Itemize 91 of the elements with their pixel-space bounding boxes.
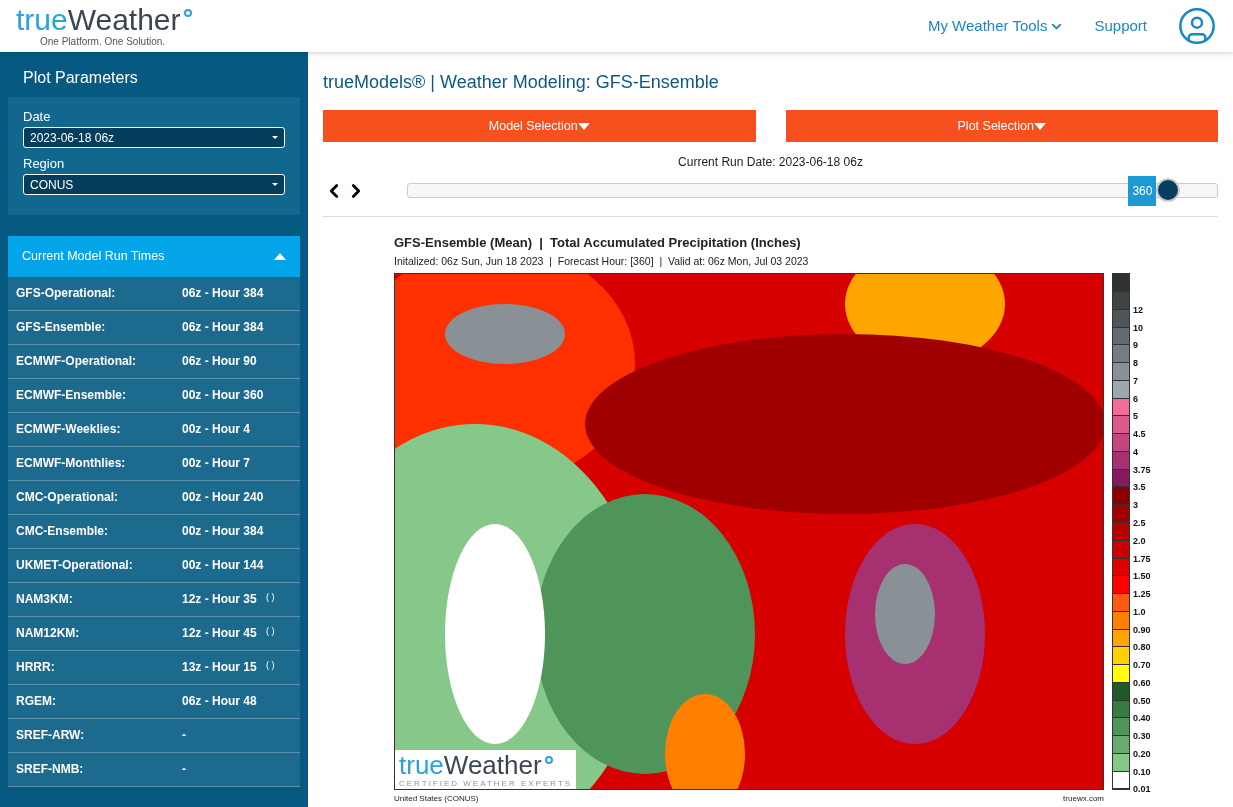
run-time: 00z - Hour 144 [182, 557, 265, 574]
legend-label: 0.30 [1133, 731, 1151, 742]
dropdown-caret-icon [272, 183, 278, 186]
plot-subtitle: Initalized: 06z Sun, Jun 18 2023 | Forecast Hour: [360] | Valid at: 06z Mon, Jul 03 2023 [394, 253, 810, 269]
legend-label: 0.90 [1133, 624, 1151, 635]
run-time: 00z - Hour 4 [182, 421, 251, 438]
logo-text: Weather [67, 5, 181, 35]
user-avatar-icon[interactable] [1177, 6, 1217, 46]
logo-text: true [16, 5, 68, 35]
model-name: ECMWF-Monthlies: [16, 455, 127, 472]
legend-label: 12 [1133, 304, 1143, 315]
run-time: 06z - Hour 48 [182, 693, 258, 710]
legend-label: 0.20 [1133, 748, 1151, 759]
run-time: 00z - Hour 384 [182, 523, 265, 540]
model-name: CMC-Operational: [16, 489, 119, 506]
run-time: 06z - Hour 90 [182, 353, 258, 370]
logo-text: true [399, 752, 444, 779]
model-name: ECMWF-Operational: [16, 353, 137, 370]
selection-button[interactable]: Plot Selection [785, 110, 1218, 142]
legend-label: 1.0 [1133, 606, 1146, 617]
legend-label: 0.10 [1133, 766, 1151, 777]
sidebar-title: Plot Parameters [22, 68, 139, 88]
select-field[interactable]: CONUS [23, 174, 285, 195]
plot-title: GFS-Ensemble (Mean) | Total Accumulated Precipitation (Inches) [394, 234, 802, 252]
model-name: SREF-ARW: [16, 727, 86, 744]
run-date: Current Run Date: 2023-06-18 06z [677, 154, 864, 171]
nav-link[interactable]: Support [1094, 14, 1147, 38]
model-name: RGEM: [16, 693, 57, 710]
legend-label: 8 [1133, 358, 1138, 369]
model-name: NAM3KM: [16, 591, 74, 608]
field-label: Region [23, 156, 66, 172]
legend-label: 0.70 [1133, 660, 1151, 671]
slider-value-badge: 360 [1128, 176, 1157, 206]
run-time: - [182, 761, 187, 778]
select-field[interactable]: 2023-06-18 06z [23, 127, 285, 148]
legend-label: 0.80 [1133, 642, 1151, 653]
logo-tagline: CERTIFIED WEATHER EXPERTS [399, 780, 573, 789]
legend-label: 5 [1133, 411, 1138, 422]
model-name: GFS-Operational: [16, 285, 117, 302]
slider-handle[interactable] [1156, 178, 1181, 202]
model-name: ECMWF-Ensemble: [16, 387, 127, 404]
legend-label: 0.01 [1133, 784, 1151, 795]
legend-label: 9 [1133, 340, 1138, 351]
run-time: - [182, 727, 187, 744]
model-name: CMC-Ensemble: [16, 523, 109, 540]
model-name: GFS-Ensemble: [16, 319, 107, 336]
legend-label: 2.0 [1133, 535, 1146, 546]
legend-label: 2.5 [1133, 517, 1146, 528]
page-title: trueModels® | Weather Modeling: GFS-Ensemble [323, 71, 720, 94]
nav-dropdown[interactable]: My Weather Tools [927, 14, 1065, 38]
accordion-header[interactable]: Current Model Run Times [8, 236, 300, 277]
selection-button[interactable]: Model Selection [323, 110, 756, 142]
legend-label: 10 [1133, 322, 1143, 333]
run-note: ( ) [266, 659, 275, 672]
legend-label: 7 [1133, 375, 1138, 386]
map-source-label: truewx.com [1063, 793, 1104, 806]
run-note: ( ) [266, 591, 275, 604]
legend-label: 3 [1133, 500, 1138, 511]
run-time: 12z - Hour 35 [182, 591, 258, 608]
legend-label: 6 [1133, 393, 1138, 404]
legend-label: 4.5 [1133, 429, 1146, 440]
legend-label: 1.75 [1133, 553, 1151, 564]
legend-label: 1.25 [1133, 589, 1151, 600]
run-time: 00z - Hour 240 [182, 489, 265, 506]
field-label: Date [23, 109, 52, 125]
logo-tagline: One Platform. One Solution. [40, 37, 166, 47]
legend-label: 0.50 [1133, 695, 1151, 706]
run-time: 00z - Hour 7 [182, 455, 251, 472]
run-time: 06z - Hour 384 [182, 285, 265, 302]
dropdown-caret-icon [272, 136, 278, 139]
model-name: HRRR: [16, 659, 56, 676]
caret-down-icon [577, 122, 590, 130]
logo-text: Weather [443, 752, 542, 779]
map-region-label: United States (CONUS) [394, 793, 479, 806]
model-name: NAM12KM: [16, 625, 81, 642]
legend-label: 3.5 [1133, 482, 1146, 493]
legend-label: 0.60 [1133, 677, 1151, 688]
model-name: SREF-NMB: [16, 761, 85, 778]
caret-down-icon [1033, 122, 1046, 130]
legend-label: 4 [1133, 446, 1138, 457]
run-time: 06z - Hour 384 [182, 319, 265, 336]
legend-label: 0.40 [1133, 713, 1151, 724]
model-name: ECMWF-Weeklies: [16, 421, 122, 438]
legend-label: 1.50 [1133, 571, 1151, 582]
run-time: 00z - Hour 360 [182, 387, 265, 404]
model-name: UKMET-Operational: [16, 557, 134, 574]
caret-up-icon [274, 253, 286, 260]
run-time: 12z - Hour 45 [182, 625, 258, 642]
run-note: ( ) [266, 625, 275, 638]
legend-label: 3.75 [1133, 464, 1151, 475]
run-time: 13z - Hour 15 [182, 659, 258, 676]
